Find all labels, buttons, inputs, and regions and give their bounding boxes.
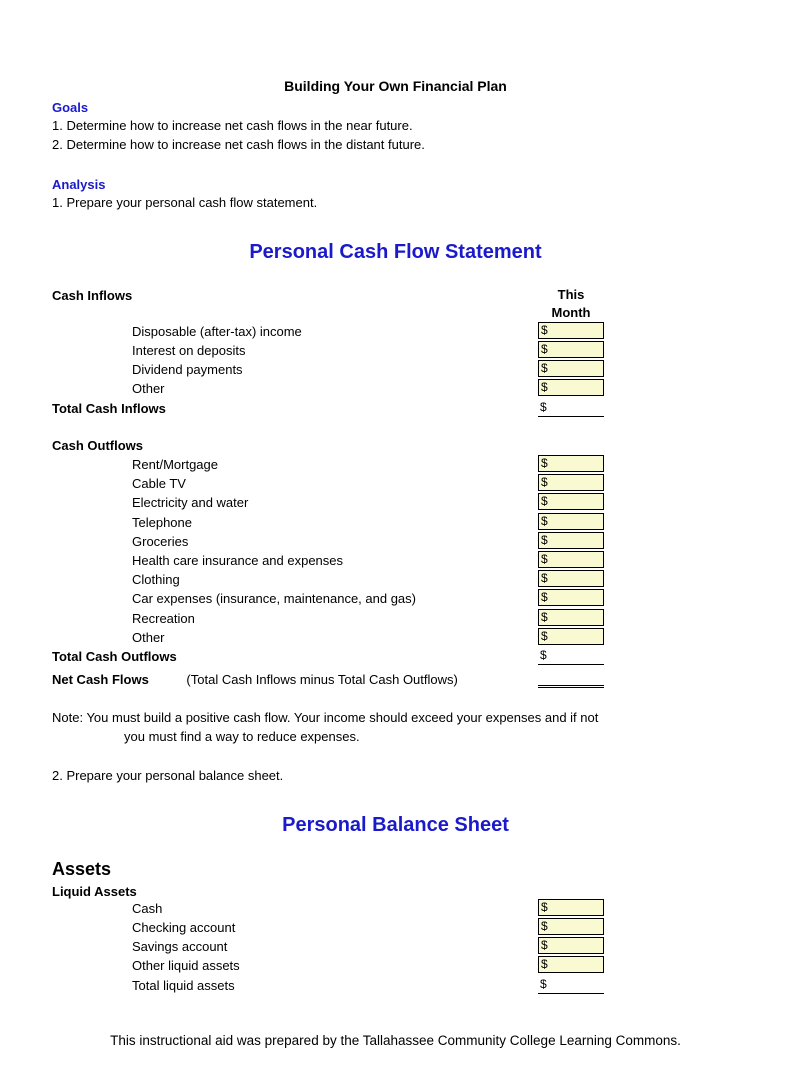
outflows-heading: Cash Outflows [52, 436, 538, 455]
goal-item: 2. Determine how to increase net cash fl… [52, 136, 739, 155]
net-cash-explain: (Total Cash Inflows minus Total Cash Out… [152, 672, 457, 687]
amount-input-cell[interactable]: $ [538, 609, 604, 626]
amount-input-cell[interactable]: $ [538, 360, 604, 377]
amount-input-cell[interactable]: $ [538, 551, 604, 568]
balance-title: Personal Balance Sheet [52, 814, 739, 837]
column-header: This Month [538, 286, 604, 322]
amount-input-cell[interactable]: $ [538, 474, 604, 491]
line-item-label: Groceries [52, 532, 538, 551]
line-item-label: Clothing [52, 570, 538, 589]
line-item-label: Electricity and water [52, 493, 538, 512]
analysis-item: 1. Prepare your personal cash flow state… [52, 194, 739, 213]
net-cash-label: Net Cash Flows [52, 672, 149, 687]
net-cash-row: Net Cash Flows (Total Cash Inflows minus… [52, 670, 538, 689]
line-item-label: Savings account [52, 937, 538, 956]
total-liquid-value: $ [538, 977, 604, 994]
amount-input-cell[interactable]: $ [538, 899, 604, 916]
line-item-label: Rent/Mortgage [52, 455, 538, 474]
line-item-label: Other liquid assets [52, 956, 538, 975]
line-item-label: Telephone [52, 513, 538, 532]
line-item-label: Recreation [52, 609, 538, 628]
line-item-label: Cash [52, 899, 538, 918]
total-inflows-value: $ [538, 400, 604, 417]
inflows-heading: Cash Inflows [52, 286, 538, 322]
goal-item: 1. Determine how to increase net cash fl… [52, 117, 739, 136]
line-item-label: Interest on deposits [52, 341, 538, 360]
net-cash-value [538, 671, 604, 688]
cash-flow-title: Personal Cash Flow Statement [52, 241, 739, 264]
amount-input-cell[interactable]: $ [538, 455, 604, 472]
amount-input-cell[interactable]: $ [538, 532, 604, 549]
total-inflows-label: Total Cash Inflows [52, 399, 538, 418]
amount-input-cell[interactable]: $ [538, 493, 604, 510]
page: Building Your Own Financial Plan Goals 1… [0, 0, 791, 1068]
line-item-label: Cable TV [52, 474, 538, 493]
amount-input-cell[interactable]: $ [538, 956, 604, 973]
liquid-heading: Liquid Assets [52, 884, 739, 899]
line-item-label: Health care insurance and expenses [52, 551, 538, 570]
amount-input-cell[interactable]: $ [538, 570, 604, 587]
amount-input-cell[interactable]: $ [538, 341, 604, 358]
doc-title: Building Your Own Financial Plan [52, 78, 739, 94]
total-outflows-label: Total Cash Outflows [52, 647, 538, 666]
footer: This instructional aid was prepared by t… [52, 1033, 739, 1068]
line-item-label: Disposable (after-tax) income [52, 322, 538, 341]
amount-input-cell[interactable]: $ [538, 589, 604, 606]
line-item-label: Checking account [52, 918, 538, 937]
goals-heading: Goals [52, 100, 739, 115]
line-item-label: Other [52, 628, 538, 647]
total-outflows-value: $ [538, 648, 604, 665]
amount-input-cell[interactable]: $ [538, 379, 604, 396]
amount-input-cell[interactable]: $ [538, 513, 604, 530]
assets-heading: Assets [52, 859, 739, 880]
total-liquid-label: Total liquid assets [52, 976, 538, 995]
amount-input-cell[interactable]: $ [538, 937, 604, 954]
amount-input-cell[interactable]: $ [538, 918, 604, 935]
step-2: 2. Prepare your personal balance sheet. [52, 767, 739, 786]
note: Note: You must build a positive cash flo… [52, 709, 739, 747]
analysis-heading: Analysis [52, 177, 739, 192]
line-item-label: Car expenses (insurance, maintenance, an… [52, 589, 538, 608]
note-line: you must find a way to reduce expenses. [52, 728, 739, 747]
amount-input-cell[interactable]: $ [538, 628, 604, 645]
line-item-label: Dividend payments [52, 360, 538, 379]
note-line: Note: You must build a positive cash flo… [52, 709, 739, 728]
amount-input-cell[interactable]: $ [538, 322, 604, 339]
line-item-label: Other [52, 379, 538, 398]
